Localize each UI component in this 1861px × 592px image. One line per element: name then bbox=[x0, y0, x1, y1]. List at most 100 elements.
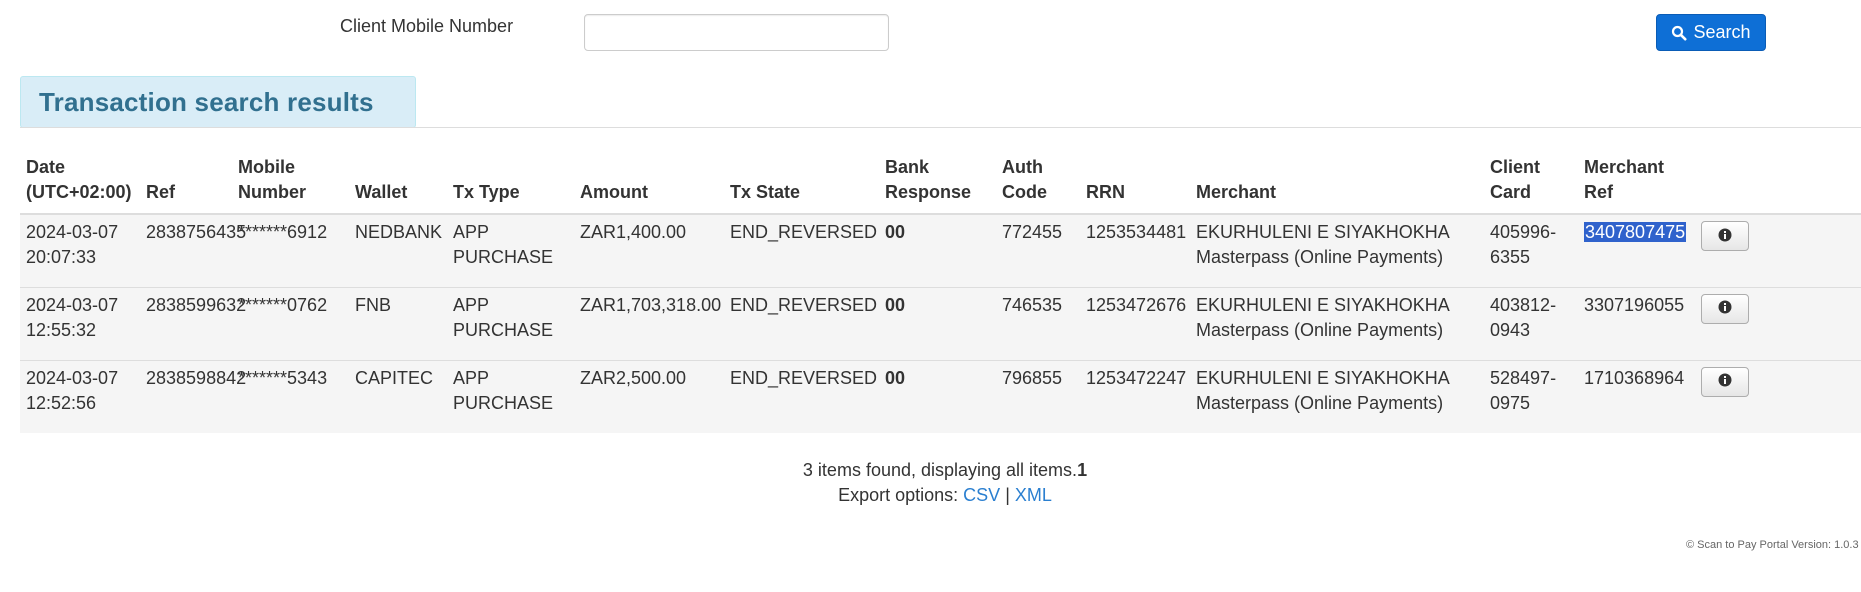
tx-type-cell: APP PURCHASE bbox=[447, 359, 574, 433]
column-header-text: Response bbox=[885, 182, 972, 202]
table-row: 2024-03-07 12:52:56 2838598842 *******5343 C… bbox=[20, 359, 1861, 433]
ref-cell: 2838756435 bbox=[140, 214, 246, 287]
client-card-cell: 405996- 6355 bbox=[1484, 214, 1578, 287]
client-card-cell-line: 6355 bbox=[1490, 247, 1531, 267]
tx-state-cell-value: END_REVERSED bbox=[730, 367, 878, 388]
ref-cell-value: 2838756435 bbox=[146, 222, 247, 242]
client-card-cell-line: 528497- bbox=[1490, 367, 1557, 388]
column-header: Merchant bbox=[1190, 155, 1484, 215]
merchant-cell: EKURHULENI E SIYAKHOKHA Masterpass (Onlin… bbox=[1190, 359, 1484, 433]
column-header-text: Client bbox=[1490, 157, 1541, 177]
column-header-text: Ref bbox=[1584, 182, 1614, 202]
info-icon bbox=[1718, 373, 1732, 390]
merchant-ref-cell-value: 3407807475 bbox=[1584, 222, 1687, 242]
export-csv-link[interactable]: CSV bbox=[963, 485, 1000, 505]
auth-code-cell: 772455 bbox=[996, 214, 1080, 287]
tx-type-cell-line: PURCHASE bbox=[453, 319, 554, 340]
actions-cell bbox=[1695, 286, 1861, 360]
date-cell: 2024-03-07 12:52:56 bbox=[20, 359, 140, 433]
merchant-cell-line: EKURHULENI E SIYAKHOKHA bbox=[1196, 367, 1450, 388]
column-header: Client Card bbox=[1484, 155, 1578, 215]
ref-cell: 2838599632 bbox=[140, 286, 246, 360]
column-header: Auth Code bbox=[996, 155, 1080, 215]
date-cell-line: 20:07:33 bbox=[26, 247, 97, 267]
table-header-row: Date (UTC+02:00) Ref Mobile Number Wallet Tx T… bbox=[20, 155, 1861, 215]
tx-state-cell: END_REVERSED bbox=[724, 359, 879, 433]
column-header-text: Tx State bbox=[730, 182, 801, 202]
column-header: Ref bbox=[140, 155, 232, 215]
column-header-text: RRN bbox=[1086, 182, 1125, 202]
page-number[interactable]: 1 bbox=[1077, 460, 1087, 480]
auth-code-cell-value: 746535 bbox=[1002, 294, 1063, 315]
tx-state-cell: END_REVERSED bbox=[724, 214, 879, 287]
column-header-actions bbox=[1695, 155, 1861, 215]
bank-response-cell-value: 00 bbox=[885, 222, 906, 242]
tx-type-cell: APP PURCHASE bbox=[447, 286, 574, 360]
column-header: Bank Response bbox=[879, 155, 996, 215]
column-header-text: Card bbox=[1490, 182, 1532, 202]
search-button-label: Search bbox=[1693, 22, 1751, 42]
ref-cell-value: 2838598842 bbox=[146, 367, 247, 388]
column-header-text: Tx Type bbox=[453, 182, 520, 202]
auth-code-cell: 796855 bbox=[996, 359, 1080, 433]
client-mobile-label: Client Mobile Number bbox=[340, 16, 514, 36]
ref-cell-value: 2838599632 bbox=[146, 294, 247, 315]
rrn-cell: 1253534481 bbox=[1080, 214, 1190, 287]
tx-type-cell-line: APP bbox=[453, 367, 490, 388]
results-title: Transaction search results bbox=[39, 86, 374, 117]
amount-cell: ZAR2,500.00 bbox=[574, 359, 724, 433]
merchant-cell-line: EKURHULENI E SIYAKHOKHA bbox=[1196, 222, 1450, 242]
amount-cell: ZAR1,703,318.00 bbox=[574, 286, 724, 360]
column-header-text: Number bbox=[238, 182, 307, 202]
column-header-text: Amount bbox=[580, 182, 648, 202]
wallet-cell: NEDBANK bbox=[349, 214, 447, 287]
column-header: Tx State bbox=[724, 155, 879, 215]
column-header: RRN bbox=[1080, 155, 1190, 215]
merchant-ref-cell: 1710368964 bbox=[1578, 359, 1695, 433]
column-header: Mobile Number bbox=[232, 155, 349, 215]
transaction-info-button[interactable] bbox=[1701, 293, 1749, 324]
column-header-text: Code bbox=[1002, 182, 1047, 202]
amount-cell-value: ZAR2,500.00 bbox=[580, 367, 687, 388]
mobile-cell-value: *******0762 bbox=[238, 294, 328, 315]
client-card-cell-line: 0943 bbox=[1490, 319, 1531, 340]
tx-type-cell-line: PURCHASE bbox=[453, 247, 554, 267]
tx-state-cell: END_REVERSED bbox=[724, 286, 879, 360]
client-card-cell: 403812- 0943 bbox=[1484, 286, 1578, 360]
column-header-text: Auth bbox=[1002, 157, 1043, 177]
search-icon bbox=[1671, 25, 1687, 41]
merchant-cell-line: EKURHULENI E SIYAKHOKHA bbox=[1196, 294, 1450, 315]
mobile-cell: *******6912 bbox=[232, 214, 349, 287]
column-header-text: Wallet bbox=[355, 182, 408, 202]
summary-text: 3 items found, displaying all items. bbox=[802, 460, 1078, 480]
date-cell-line: 2024-03-07 bbox=[26, 294, 119, 315]
merchant-ref-cell: 3307196055 bbox=[1578, 286, 1695, 360]
merchant-cell-line: Masterpass (Online Payments) bbox=[1196, 319, 1444, 340]
transactions-table: Date (UTC+02:00) Ref Mobile Number Wallet Tx T… bbox=[20, 155, 1861, 433]
wallet-cell: FNB bbox=[349, 286, 447, 360]
date-cell-line: 12:52:56 bbox=[26, 392, 97, 413]
column-header: Merchant Ref bbox=[1578, 155, 1695, 215]
date-cell: 2024-03-07 20:07:33 bbox=[20, 214, 140, 287]
tx-type-cell-line: APP bbox=[453, 294, 490, 315]
column-header-text: Merchant bbox=[1196, 182, 1277, 202]
actions-cell bbox=[1695, 359, 1861, 433]
transaction-info-button[interactable] bbox=[1701, 366, 1749, 397]
column-header-text: Mobile bbox=[238, 157, 295, 177]
table-row: 2024-03-07 20:07:33 2838756435 *******6912 N… bbox=[20, 214, 1861, 287]
search-button[interactable]: Search bbox=[1656, 14, 1766, 51]
tx-type-cell: APP PURCHASE bbox=[447, 214, 574, 287]
tx-state-cell-value: END_REVERSED bbox=[730, 294, 878, 315]
export-label: Export options: bbox=[838, 485, 959, 505]
results-summary: 3 items found, displaying all items.1 bbox=[0, 458, 1861, 483]
export-separator: | bbox=[1005, 485, 1010, 505]
export-xml-link[interactable]: XML bbox=[1015, 485, 1052, 505]
wallet-cell-value: NEDBANK bbox=[355, 222, 443, 242]
merchant-ref-cell-value: 3307196055 bbox=[1584, 294, 1685, 315]
tx-type-cell-line: PURCHASE bbox=[453, 392, 554, 413]
client-card-cell-line: 405996- bbox=[1490, 222, 1557, 242]
auth-code-cell-value: 796855 bbox=[1002, 367, 1063, 388]
transaction-info-button[interactable] bbox=[1701, 221, 1749, 251]
client-mobile-input[interactable] bbox=[584, 14, 889, 51]
amount-cell: ZAR1,400.00 bbox=[574, 214, 724, 287]
